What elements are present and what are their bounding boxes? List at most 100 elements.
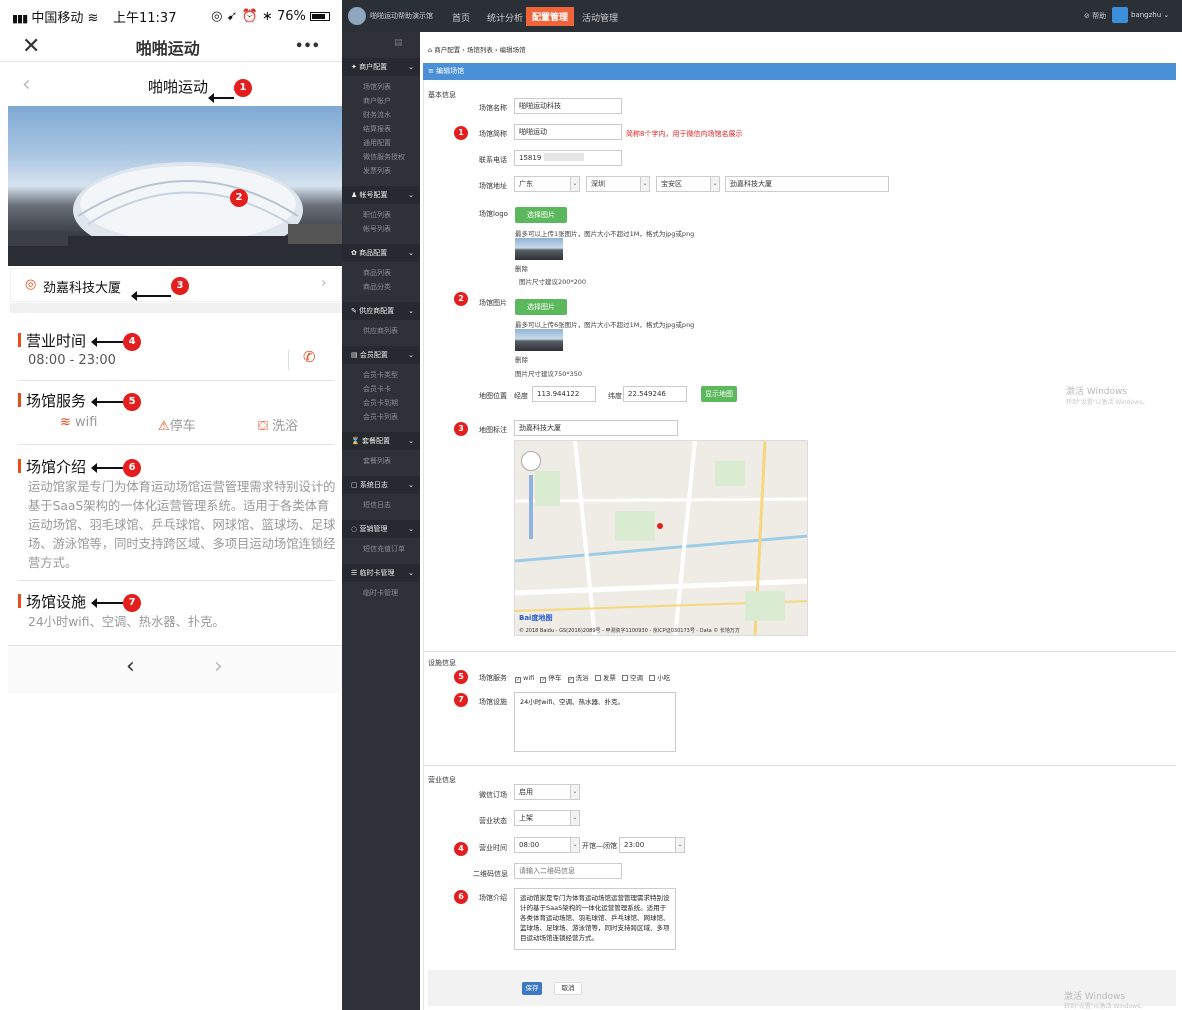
address-input[interactable]: 劲嘉科技大厦 — [725, 176, 889, 192]
annotation-badge: 6 — [123, 458, 142, 477]
sidebar-group-label: 套餐配置 — [361, 437, 390, 445]
hours-value: 08:00 - 23:00 — [28, 353, 116, 368]
phone-input[interactable]: 15819 — [514, 150, 622, 166]
sidebar-item[interactable]: 临时卡管理 — [363, 588, 398, 598]
brand-logo — [348, 7, 366, 25]
wechat-booking-select[interactable]: 启用 ⌄ — [514, 784, 580, 800]
checkbox-parking[interactable]: ✓ 停车 — [540, 674, 561, 683]
sidebar-toggle-icon[interactable]: ▤ — [394, 38, 403, 48]
cancel-button[interactable]: 取消 — [554, 982, 582, 995]
service-parking: ⚠停车 — [158, 419, 196, 434]
city-select[interactable]: 深圳 ⌄ — [586, 176, 650, 192]
sidebar-item[interactable]: 商品分类 — [363, 282, 391, 292]
facilities-textarea[interactable]: 24小时wifi、空调、热水器、扑克。 — [514, 692, 676, 752]
page-title-bar: ‹ 啪啪运动 1 — [0, 66, 342, 106]
sidebar-group[interactable]: ⌛ 套餐配置 ⌄ — [342, 432, 420, 450]
nav-stats[interactable]: 统计分析 — [487, 11, 523, 24]
sidebar-item[interactable]: 会员卡到期 — [363, 398, 398, 408]
nav-activity[interactable]: 活动管理 — [582, 11, 618, 24]
map-nav-control[interactable] — [521, 451, 541, 471]
longitude-input[interactable]: 113.944122 — [532, 386, 596, 402]
save-button[interactable]: 保存 — [522, 982, 542, 995]
sidebar-item[interactable]: 短信充值订单 — [363, 544, 405, 554]
nav-forward-icon[interactable]: › — [214, 654, 223, 679]
province-select[interactable]: 广东 ⌄ — [514, 176, 580, 192]
user-avatar[interactable] — [1112, 7, 1128, 23]
map-view[interactable]: Bai度地图 © 2018 Baidu - GS(2016)2089号 - 甲测… — [514, 440, 808, 636]
intro-textarea[interactable]: 运动馆家是专门为体育运动场馆运营管理需求特别设计的基于SaaS架构的一体化运营管… — [514, 888, 676, 950]
sidebar-item[interactable]: 短信日志 — [363, 500, 391, 510]
label-longitude: 经度 — [514, 392, 528, 400]
district-select[interactable]: 宝安区 ⌄ — [656, 176, 720, 192]
sidebar-item[interactable]: 会员卡卡 — [363, 384, 391, 394]
location-row[interactable]: ◎ 劲嘉科技大厦 3 › — [10, 268, 342, 302]
sidebar-item[interactable]: 微信服务授权 — [363, 152, 405, 162]
sidebar-item[interactable]: 职位列表 — [363, 210, 391, 220]
choose-logo-button[interactable]: 选择图片 — [515, 207, 567, 223]
sidebar-group[interactable]: ✿ 商品配置 ⌄ — [342, 244, 420, 262]
sidebar-item[interactable]: 帐号列表 — [363, 224, 391, 234]
sidebar-item[interactable]: 商户账户 — [363, 96, 391, 106]
sidebar-item[interactable]: 场馆列表 — [363, 82, 391, 92]
label-short-name: 场馆简称 — [479, 130, 507, 138]
divider — [10, 303, 342, 313]
nav-home[interactable]: 首页 — [452, 11, 470, 24]
sidebar-item[interactable]: 发票列表 — [363, 166, 391, 176]
sidebar-item[interactable]: 结算报表 — [363, 124, 391, 134]
chevron-down-icon: ⌄ — [408, 481, 414, 489]
chevron-down-icon: ⌄ — [570, 177, 579, 191]
sidebar-group[interactable]: ▢ 系统日志 ⌄ — [342, 476, 420, 494]
help-link[interactable]: ⊘ 帮助 — [1084, 11, 1106, 21]
checkbox-snack[interactable]: 小吃 — [649, 674, 670, 682]
nav-back-icon[interactable]: ‹ — [126, 654, 135, 679]
close-icon[interactable]: ✕ — [22, 34, 40, 59]
qrcode-input[interactable] — [514, 863, 622, 879]
phone-call-icon[interactable]: ✆ — [303, 348, 316, 366]
latitude-input[interactable]: 22.549246 — [623, 386, 687, 402]
delete-logo-link[interactable]: 删除 — [515, 263, 528, 273]
sidebar-item[interactable]: 会员卡类型 — [363, 370, 398, 380]
checkbox-ac[interactable]: 空调 — [622, 674, 643, 682]
business-state-select[interactable]: 上架 ⌄ — [514, 810, 580, 826]
label-services: 场馆服务 — [479, 674, 507, 682]
service-wifi: ≋ wifi — [60, 415, 98, 430]
sidebar-group-label: 营销管理 — [359, 525, 388, 533]
short-name-input[interactable]: 啪啪运动 — [514, 124, 622, 140]
choose-image-button[interactable]: 选择图片 — [515, 299, 567, 315]
sidebar-item[interactable]: 供应商列表 — [363, 326, 398, 336]
sidebar-item[interactable]: 通用配置 — [363, 138, 391, 148]
more-menu-icon[interactable]: ••• — [295, 39, 320, 54]
sidebar-group[interactable]: ▤ 会员配置 ⌄ — [342, 346, 420, 364]
sidebar-item[interactable]: 套餐列表 — [363, 456, 391, 466]
sidebar-group[interactable]: ♟ 帐号配置 ⌄ — [342, 186, 420, 204]
sidebar-group-label: 会员配置 — [359, 351, 388, 359]
sidebar-item[interactable]: 会员卡列表 — [363, 412, 398, 422]
map-mark-input[interactable]: 劲嘉科技大厦 — [514, 420, 678, 436]
checkbox-bath[interactable]: ✓ 洗浴 — [567, 674, 589, 683]
open-time-select[interactable]: 08:00 ⌄ — [514, 837, 580, 853]
checkbox-invoice[interactable]: 发票 — [594, 674, 616, 682]
name-input[interactable]: 啪啪运动科技 — [514, 98, 622, 114]
back-icon[interactable]: ‹ — [22, 72, 31, 97]
delete-image-link[interactable]: 删除 — [515, 354, 528, 364]
label-address: 场馆地址 — [479, 182, 507, 190]
sidebar-group[interactable]: ✦ 商户配置 ⌄ — [342, 58, 420, 76]
nav-config[interactable]: 配置管理 — [526, 7, 575, 26]
sidebar-item[interactable]: 财务流水 — [363, 110, 391, 120]
label-business-state: 营业状态 — [479, 817, 507, 825]
sidebar-group[interactable]: ◌ 营销管理 ⌄ — [342, 520, 420, 538]
user-menu[interactable]: bangzhu ⌄ — [1131, 11, 1169, 19]
sidebar-group[interactable]: ✎ 供应商配置 ⌄ — [342, 302, 420, 320]
map-zoom-slider[interactable] — [529, 475, 533, 539]
close-time-select[interactable]: 23:00 ⌄ — [619, 837, 685, 853]
chevron-down-icon: ⌄ — [570, 785, 579, 799]
chevron-down-icon: ⌄ — [570, 838, 579, 852]
page-title: 啪啪运动 — [148, 78, 209, 96]
sidebar-item[interactable]: 商品列表 — [363, 268, 391, 278]
show-map-button[interactable]: 显示地图 — [701, 386, 737, 402]
sidebar-group-icon: ✎ — [351, 307, 360, 315]
annotation-arrow — [208, 92, 234, 103]
chevron-down-icon: ⌄ — [710, 177, 719, 191]
checkbox-wifi[interactable]: ✓ wifi — [515, 674, 534, 683]
sidebar-group[interactable]: ☰ 临时卡管理 ⌄ — [342, 564, 420, 582]
